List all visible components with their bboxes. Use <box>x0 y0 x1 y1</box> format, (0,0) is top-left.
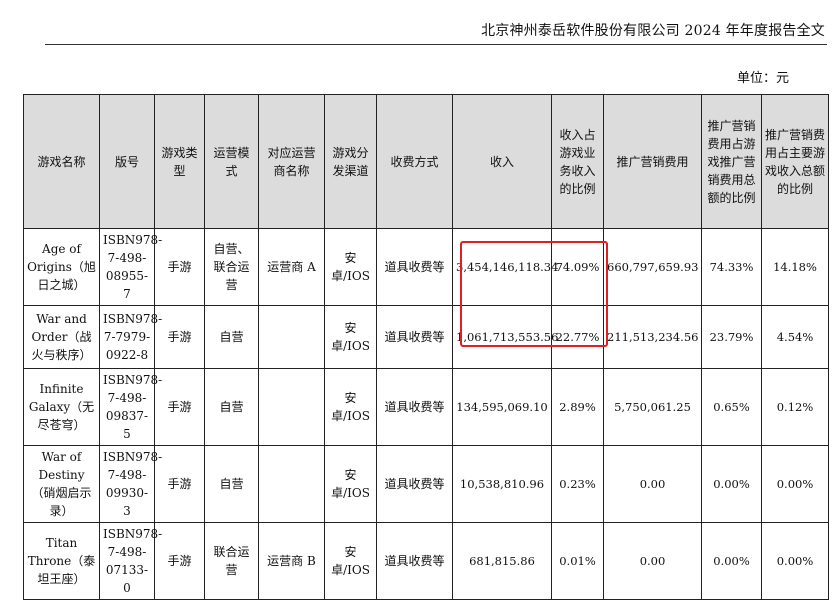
cell-operation-mode: 自营 <box>204 368 259 446</box>
cell-promo-share-revenue: 0.00% <box>761 522 829 600</box>
table-row: Titan Throne（泰坦王座） ISBN978-7-498-07133-0… <box>23 522 829 600</box>
cell-channel: 安卓/IOS <box>324 522 377 600</box>
cell-promo-cost: 0.00 <box>603 522 702 600</box>
table-row: Age of Origins（旭日之城） ISBN978-7-498-08955… <box>23 228 829 306</box>
cell-game-type: 手游 <box>154 445 205 523</box>
cell-promo-cost: 211,513,234.56 <box>603 305 702 369</box>
col-header-revenue: 收入 <box>452 94 552 229</box>
cell-game-name: War of Destiny（硝烟启示录） <box>23 445 100 523</box>
cell-game-name: Titan Throne（泰坦王座） <box>23 522 100 600</box>
cell-revenue-share: 2.89% <box>551 368 604 446</box>
cell-license: ISBN978-7-498-07133-0 <box>99 522 162 600</box>
cell-operation-mode: 联合运营 <box>204 522 259 600</box>
cell-channel: 安卓/IOS <box>324 368 377 446</box>
table-row: Infinite Galaxy（无尽苍穹） ISBN978-7-498-0983… <box>23 368 829 446</box>
cell-promo-share-total: 0.00% <box>701 522 762 600</box>
col-header-operator: 对应运营商名称 <box>258 94 325 229</box>
revenue-highlight-box <box>460 241 608 347</box>
cell-operation-mode: 自营 <box>204 445 259 523</box>
col-header-charge-method: 收费方式 <box>376 94 453 229</box>
game-revenue-table: 游戏名称 版号 游戏类型 运营模式 对应运营商名称 游戏分发渠道 收费方式 收入… <box>23 94 829 600</box>
cell-license: ISBN978-7-498-08955-7 <box>99 228 162 306</box>
header-divider <box>45 44 827 45</box>
cell-operator <box>258 368 325 446</box>
cell-revenue-share: 0.01% <box>551 522 604 600</box>
cell-revenue: 134,595,069.10 <box>452 368 552 446</box>
col-header-promo-share-total: 推广营销费用占游戏推广营销费用总额的比例 <box>701 94 762 229</box>
cell-promo-cost: 660,797,659.93 <box>603 228 702 306</box>
col-header-license: 版号 <box>99 94 155 229</box>
table-header-row: 游戏名称 版号 游戏类型 运营模式 对应运营商名称 游戏分发渠道 收费方式 收入… <box>23 94 829 229</box>
cell-promo-share-total: 74.33% <box>701 228 762 306</box>
cell-license: ISBN978-7-7979-0922-8 <box>99 305 162 369</box>
table-row: War of Destiny（硝烟启示录） ISBN978-7-498-0993… <box>23 445 829 523</box>
cell-operation-mode: 自营 <box>204 305 259 369</box>
col-header-promo-share-revenue: 推广营销费用占主要游戏收入总额的比例 <box>761 94 829 229</box>
cell-revenue-share: 0.23% <box>551 445 604 523</box>
cell-promo-cost: 5,750,061.25 <box>603 368 702 446</box>
cell-charge-method: 道具收费等 <box>376 445 453 523</box>
cell-channel: 安卓/IOS <box>324 445 377 523</box>
cell-operator <box>258 445 325 523</box>
cell-game-name: War and Order（战火与秩序） <box>23 305 100 369</box>
col-header-channel: 游戏分发渠道 <box>324 94 377 229</box>
cell-channel: 安卓/IOS <box>324 228 377 306</box>
cell-game-type: 手游 <box>154 368 205 446</box>
cell-operator: 运营商 B <box>258 522 325 600</box>
cell-charge-method: 道具收费等 <box>376 305 453 369</box>
cell-operation-mode: 自营、联合运营 <box>204 228 259 306</box>
cell-promo-share-total: 23.79% <box>701 305 762 369</box>
cell-game-name: Infinite Galaxy（无尽苍穹） <box>23 368 100 446</box>
table-row: War and Order（战火与秩序） ISBN978-7-7979-0922… <box>23 305 829 369</box>
cell-game-type: 手游 <box>154 305 205 369</box>
unit-label: 单位：元 <box>736 71 789 86</box>
cell-promo-share-total: 0.00% <box>701 445 762 523</box>
cell-promo-share-revenue: 4.54% <box>761 305 829 369</box>
cell-charge-method: 道具收费等 <box>376 522 453 600</box>
cell-game-type: 手游 <box>154 228 205 306</box>
cell-promo-cost: 0.00 <box>603 445 702 523</box>
col-header-promo-cost: 推广营销费用 <box>603 94 702 229</box>
cell-revenue: 681,815.86 <box>452 522 552 600</box>
col-header-game-name: 游戏名称 <box>23 94 100 229</box>
cell-promo-share-revenue: 0.12% <box>761 368 829 446</box>
cell-promo-share-revenue: 0.00% <box>761 445 829 523</box>
cell-revenue: 10,538,810.96 <box>452 445 552 523</box>
col-header-operation-mode: 运营模式 <box>204 94 259 229</box>
cell-channel: 安卓/IOS <box>324 305 377 369</box>
col-header-revenue-share: 收入占游戏业务收入的比例 <box>551 94 604 229</box>
report-header-title: 北京神州泰岳软件股份有限公司 2024 年年度报告全文 <box>481 23 825 39</box>
cell-game-type: 手游 <box>154 522 205 600</box>
cell-game-name: Age of Origins（旭日之城） <box>23 228 100 306</box>
cell-charge-method: 道具收费等 <box>376 368 453 446</box>
cell-charge-method: 道具收费等 <box>376 228 453 306</box>
cell-license: ISBN978-7-498-09837-5 <box>99 368 162 446</box>
cell-operator: 运营商 A <box>258 228 325 306</box>
col-header-game-type: 游戏类型 <box>154 94 205 229</box>
cell-promo-share-total: 0.65% <box>701 368 762 446</box>
cell-promo-share-revenue: 14.18% <box>761 228 829 306</box>
cell-operator <box>258 305 325 369</box>
cell-license: ISBN978-7-498-09930-3 <box>99 445 162 523</box>
